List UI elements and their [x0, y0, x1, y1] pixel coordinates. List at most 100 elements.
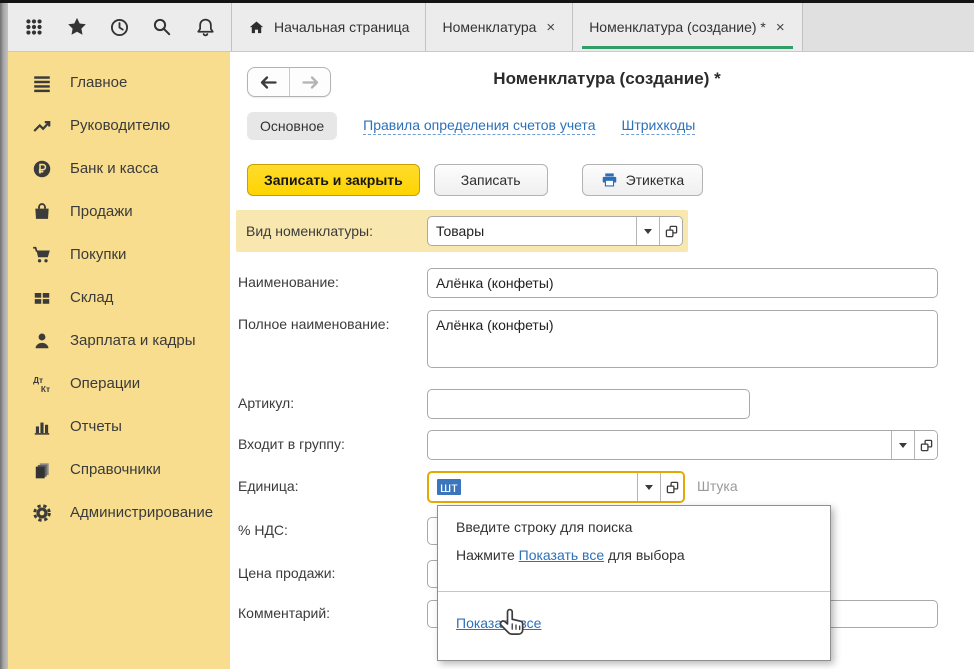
field-row-kind: Вид номенклатуры: Товары: [236, 210, 688, 252]
sidebar-item-label: Администрирование: [70, 504, 213, 521]
sidebar-item-label: Покупки: [70, 246, 126, 263]
sidebar-item-label: Руководителю: [70, 117, 170, 134]
open-item-button[interactable]: [914, 431, 937, 459]
name-input[interactable]: Алёнка (конфеты): [427, 268, 938, 298]
chevron-down-icon: [644, 229, 652, 234]
shopping-bag-icon: [31, 202, 53, 222]
popup-hint-line2: Нажмите Показать все для выбора: [456, 547, 685, 563]
sidebar-item-label: Продажи: [70, 203, 133, 220]
sidebar-item-label: Отчеты: [70, 418, 122, 435]
sidebar-item-payroll-hr[interactable]: Зарплата и кадры: [8, 319, 230, 362]
gear-icon: [31, 503, 53, 523]
sidebar-item-purchases[interactable]: Покупки: [8, 233, 230, 276]
tab-bar-filler: [803, 3, 974, 51]
sidebar-item-main[interactable]: Главное: [8, 61, 230, 104]
sidebar-item-bank-cash[interactable]: Банк и касса: [8, 147, 230, 190]
sidebar-item-manager[interactable]: Руководителю: [8, 104, 230, 147]
unit-value[interactable]: шт: [429, 473, 637, 501]
forward-arrow-icon[interactable]: [289, 68, 330, 96]
nav-link-account-rules[interactable]: Правила определения счетов учета: [363, 117, 595, 135]
popup-hint-text: Нажмите: [456, 547, 519, 563]
sidebar-item-operations[interactable]: ДтКт Операции: [8, 362, 230, 405]
label-button-text: Этикетка: [626, 172, 685, 188]
chevron-down-icon: [899, 443, 907, 448]
window-left-edge: [0, 3, 8, 669]
dt-kt-icon: ДтКт: [31, 374, 53, 394]
kind-value[interactable]: Товары: [428, 217, 636, 245]
popup-divider: [438, 591, 830, 592]
search-icon[interactable]: [145, 10, 179, 44]
label-button[interactable]: Этикетка: [582, 164, 704, 196]
field-label-unit: Единица:: [238, 478, 299, 494]
field-label-kind: Вид номенклатуры:: [246, 223, 427, 239]
sidebar-item-label: Главное: [70, 74, 127, 91]
favorites-star-icon[interactable]: [60, 10, 94, 44]
sidebar-item-label: Зарплата и кадры: [70, 332, 196, 349]
popup-hint-text: для выбора: [604, 547, 685, 563]
books-icon: [31, 460, 53, 480]
sidebar-item-directories[interactable]: Справочники: [8, 448, 230, 491]
field-label-price: Цена продажи:: [238, 565, 335, 581]
person-icon: [31, 331, 53, 351]
sidebar-item-label: Операции: [70, 375, 140, 392]
history-nav-group: [247, 67, 331, 97]
section-nav: Основное Правила определения счетов учет…: [247, 112, 695, 140]
field-label-article: Артикул:: [238, 395, 294, 411]
unit-dropdown-popup: Введите строку для поиска Нажмите Показа…: [437, 505, 831, 661]
svg-text:Кт: Кт: [41, 383, 50, 393]
nav-link-barcodes[interactable]: Штрихкоды: [621, 117, 695, 135]
close-icon[interactable]: ×: [775, 20, 786, 35]
sidebar-item-warehouse[interactable]: Склад: [8, 276, 230, 319]
save-close-button[interactable]: Записать и закрыть: [247, 164, 420, 196]
field-label-name: Наименование:: [238, 274, 339, 290]
cart-icon: [31, 245, 53, 265]
boxes-icon: [31, 288, 53, 308]
form-nomenclature-create: Номенклатура (создание) * Основное Прави…: [230, 52, 974, 669]
sidebar-item-administration[interactable]: Администрирование: [8, 491, 230, 534]
nav-tab-main[interactable]: Основное: [247, 112, 337, 140]
unit-hint-text: Штука: [697, 478, 738, 494]
hand-cursor-icon: [498, 608, 528, 642]
dropdown-button[interactable]: [636, 217, 659, 245]
tab-home[interactable]: Начальная страница: [232, 3, 426, 51]
kind-combobox[interactable]: Товары: [427, 216, 683, 246]
sidebar-item-reports[interactable]: Отчеты: [8, 405, 230, 448]
back-arrow-icon[interactable]: [248, 68, 289, 96]
home-icon: [248, 19, 265, 36]
tab-nomenclature-create[interactable]: Номенклатура (создание) * ×: [573, 3, 802, 51]
field-label-group: Входит в группу:: [238, 436, 345, 452]
selected-text: шт: [437, 479, 461, 495]
active-tab-indicator: [582, 46, 792, 49]
save-button[interactable]: Записать: [434, 164, 548, 196]
sidebar-item-label: Склад: [70, 289, 113, 306]
show-all-inline-link[interactable]: Показать все: [519, 547, 604, 563]
group-value[interactable]: [428, 431, 891, 459]
quick-toolbar: [8, 3, 232, 51]
open-item-button[interactable]: [659, 217, 682, 245]
tab-nomenclature-list[interactable]: Номенклатура ×: [426, 3, 573, 51]
trend-arrow-icon: [31, 116, 53, 136]
header-bar: Начальная страница Номенклатура × Номенк…: [8, 3, 974, 52]
field-label-vat: % НДС:: [238, 522, 288, 538]
history-icon[interactable]: [102, 10, 136, 44]
unit-combobox-focused[interactable]: шт: [427, 471, 685, 503]
field-label-full-name: Полное наименование:: [238, 316, 389, 332]
chevron-down-icon: [645, 485, 653, 490]
dropdown-button[interactable]: [637, 473, 660, 501]
sidebar-item-label: Справочники: [70, 461, 161, 478]
open-item-button[interactable]: [660, 473, 683, 501]
close-icon[interactable]: ×: [545, 20, 556, 35]
popup-hint-line1: Введите строку для поиска: [456, 519, 632, 535]
full-name-textarea[interactable]: Алёнка (конфеты): [427, 310, 938, 368]
tab-label: Начальная страница: [274, 19, 409, 35]
tab-bar: Начальная страница Номенклатура × Номенк…: [232, 3, 974, 51]
article-input[interactable]: [427, 389, 750, 419]
sidebar: Главное Руководителю Банк и касса Продаж…: [8, 52, 230, 669]
dropdown-button[interactable]: [891, 431, 914, 459]
field-label-comment: Комментарий:: [238, 605, 330, 621]
menu-lines-icon: [31, 73, 53, 93]
group-combobox[interactable]: [427, 430, 938, 460]
sidebar-item-sales[interactable]: Продажи: [8, 190, 230, 233]
notifications-bell-icon[interactable]: [188, 10, 222, 44]
apps-grid-icon[interactable]: [17, 10, 51, 44]
